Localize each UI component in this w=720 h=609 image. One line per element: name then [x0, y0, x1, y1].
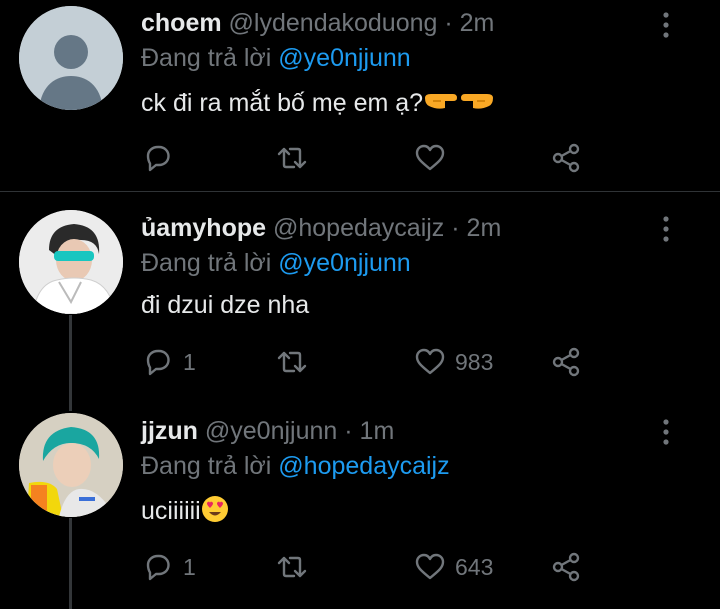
reply-icon: [146, 349, 170, 376]
backhand-index-pointing-right-icon: [423, 89, 459, 119]
reply-context: Đang trả lời @ye0njjunn: [141, 43, 411, 73]
more-options-icon[interactable]: [656, 10, 676, 40]
tweet-2[interactable]: ủamyhope @hopedaycaijz · 2m Đang trả lời…: [0, 192, 720, 395]
reply-mention[interactable]: @ye0njjunn: [278, 44, 410, 72]
share-button[interactable]: [549, 342, 583, 382]
retweet-button[interactable]: [275, 547, 309, 587]
display-name[interactable]: choem: [141, 9, 222, 37]
like-button[interactable]: 643: [413, 547, 493, 587]
handle[interactable]: @hopedaycaijz: [273, 214, 444, 242]
more-options-icon[interactable]: [656, 417, 676, 447]
avatar-amyhope[interactable]: [19, 210, 123, 314]
reply-context: Đang trả lời @hopedaycaijz: [141, 451, 450, 481]
like-icon: [415, 144, 445, 171]
share-button[interactable]: [549, 547, 583, 587]
retweet-button[interactable]: [275, 138, 309, 178]
reply-count: 1: [183, 553, 196, 580]
tweet-actions: 1 983: [141, 342, 621, 382]
tweet-header: jjzun @ye0njjunn · 1m: [141, 416, 394, 446]
share-icon: [552, 552, 580, 582]
like-count: 983: [455, 348, 494, 375]
retweet-icon: [277, 147, 307, 169]
share-icon: [552, 143, 580, 173]
tweet-1[interactable]: choem @lydendakoduong · 2m Đang trả lời …: [0, 0, 720, 190]
timestamp[interactable]: · 2m: [444, 9, 494, 37]
timestamp[interactable]: · 1m: [344, 417, 394, 445]
tweet-text: uciiiiii: [141, 495, 229, 530]
share-icon: [552, 347, 580, 377]
like-count: 643: [455, 553, 494, 580]
share-button[interactable]: [549, 138, 583, 178]
retweet-icon: [277, 556, 307, 578]
tweet-text-content: uciiiiii: [141, 497, 201, 526]
like-icon: [415, 348, 445, 375]
like-icon: [415, 553, 445, 580]
profile-photo-icon: [19, 413, 123, 517]
reply-button[interactable]: 1: [141, 547, 196, 587]
reply-mention[interactable]: @hopedaycaijz: [278, 452, 449, 480]
reply-prefix: Đang trả lời: [141, 452, 272, 480]
retweet-button[interactable]: [275, 342, 309, 382]
tweet-text: đi dzui dze nha: [141, 291, 310, 319]
avatar-jjzun[interactable]: [19, 413, 123, 517]
reply-mention[interactable]: @ye0njjunn: [278, 249, 410, 277]
smiling-face-with-heart-eyes-icon: [201, 495, 229, 530]
handle[interactable]: @ye0njjunn: [205, 417, 337, 445]
tweet-3[interactable]: jjzun @ye0njjunn · 1m Đang trả lời @hope…: [0, 395, 720, 609]
like-button[interactable]: 983: [413, 342, 493, 382]
tweet-text: ck đi ra mắt bố mẹ em ạ?: [141, 88, 495, 119]
reply-button[interactable]: [141, 138, 183, 178]
reply-icon: [146, 554, 170, 581]
reply-icon: [146, 145, 170, 172]
retweet-icon: [277, 351, 307, 373]
reply-button[interactable]: 1: [141, 342, 196, 382]
tweet-actions: [141, 138, 621, 178]
tweet-text-content: ck đi ra mắt bố mẹ em ạ?: [141, 89, 424, 117]
more-options-icon[interactable]: [656, 214, 676, 244]
like-button[interactable]: [413, 138, 455, 178]
reply-count: 1: [183, 348, 196, 375]
backhand-index-pointing-left-icon: [459, 89, 495, 119]
display-name[interactable]: jjzun: [141, 417, 198, 445]
reply-context: Đang trả lời @ye0njjunn: [141, 248, 411, 278]
timestamp[interactable]: · 2m: [451, 214, 501, 242]
avatar-default[interactable]: [19, 6, 123, 110]
display-name[interactable]: ủamyhope: [141, 214, 266, 242]
handle[interactable]: @lydendakoduong: [229, 9, 438, 37]
tweet-header: choem @lydendakoduong · 2m: [141, 8, 494, 38]
reply-prefix: Đang trả lời: [141, 44, 272, 72]
tweet-header: ủamyhope @hopedaycaijz · 2m: [141, 213, 501, 243]
reply-prefix: Đang trả lời: [141, 249, 272, 277]
profile-photo-icon: [19, 210, 123, 314]
default-avatar-icon: [19, 6, 123, 110]
tweet-actions: 1 643: [141, 547, 621, 587]
